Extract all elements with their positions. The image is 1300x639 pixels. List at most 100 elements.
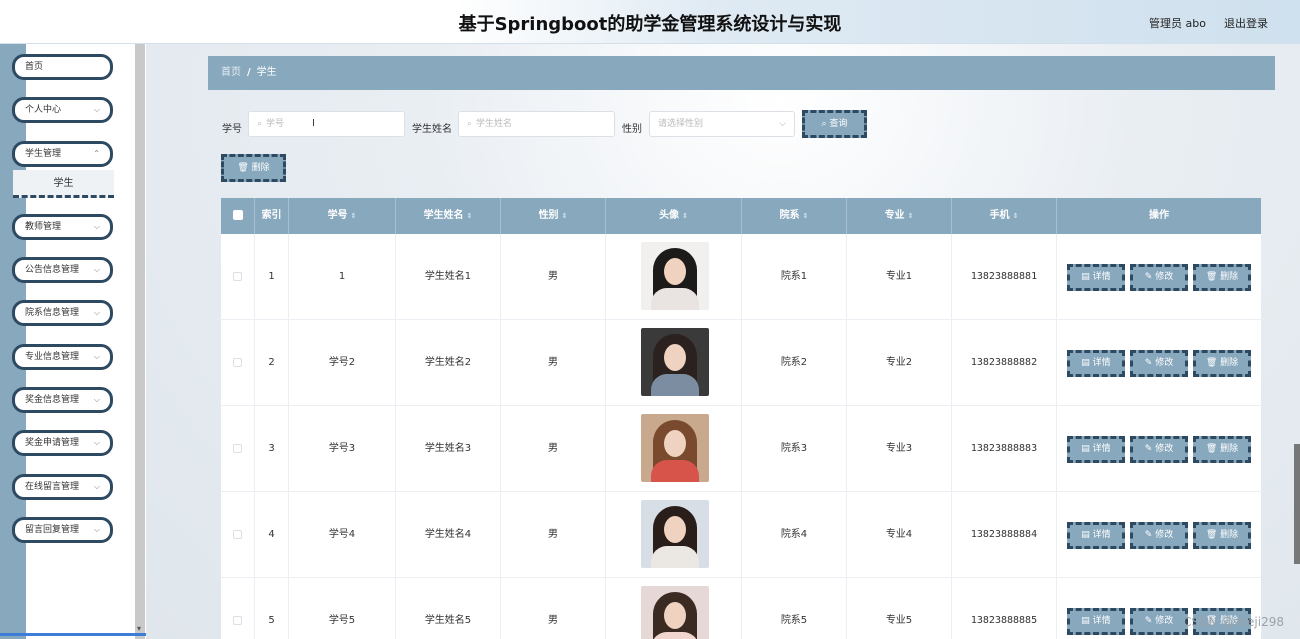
sidebar-subitem-student[interactable]: 学生 bbox=[13, 170, 114, 198]
sidebar-item-label: 院系信息管理 bbox=[25, 308, 80, 318]
watermark: CSDN @sheji298 bbox=[1183, 615, 1284, 629]
student-name-placeholder: 学生姓名 bbox=[476, 119, 513, 129]
breadcrumb-home[interactable]: 首页 bbox=[221, 67, 241, 78]
column-header-phone[interactable]: 手机 ⇕ bbox=[952, 198, 1057, 234]
table-header: 索引 学号 ⇕ 学生姓名 ⇕ 性别 ⇕ 头像 ⇕ 院系 ⇕ 专业 ⇕ 手机 ⇕ 操作 bbox=[221, 198, 1261, 234]
phone-cell: 13823888885 bbox=[952, 578, 1057, 639]
student-no-input[interactable]: ⌕ 学号 I bbox=[248, 111, 405, 137]
sort-icon[interactable]: ⇕ bbox=[908, 212, 914, 220]
sidebar-item-profile[interactable]: 个人中心 ⌵ bbox=[12, 97, 113, 123]
delete-button-label: 删除 bbox=[1220, 358, 1239, 368]
delete-button[interactable]: 🗑 删除 bbox=[1193, 264, 1251, 291]
row-checkbox[interactable] bbox=[233, 615, 242, 625]
column-header-label: 学生姓名 bbox=[423, 210, 464, 221]
page-scrollbar[interactable] bbox=[1294, 444, 1300, 564]
student-no-cell: 1 bbox=[289, 234, 396, 320]
row-select-cell bbox=[221, 320, 255, 406]
sort-icon[interactable]: ⇕ bbox=[351, 212, 357, 220]
sidebar-item-notices[interactable]: 公告信息管理 ⌵ bbox=[12, 257, 113, 283]
student-name-input[interactable]: ⌕ 学生姓名 bbox=[458, 111, 615, 137]
row-checkbox[interactable] bbox=[233, 271, 242, 281]
column-header-label: 院系 bbox=[779, 210, 800, 221]
phone-cell: 13823888882 bbox=[952, 320, 1057, 406]
sidebar-item-messages[interactable]: 在线留言管理 ⌵ bbox=[12, 474, 113, 500]
detail-button[interactable]: ▤ 详情 bbox=[1067, 350, 1125, 377]
delete-button[interactable]: 🗑 删除 bbox=[1193, 436, 1251, 463]
breadcrumb: 首页 / 学生 bbox=[208, 56, 1275, 90]
gender-select[interactable]: 请选择性别 ⌵ bbox=[649, 111, 795, 137]
sidebar-item-home[interactable]: 首页 bbox=[12, 54, 113, 80]
sidebar-item-students[interactable]: 学生管理 ⌃ bbox=[12, 141, 113, 167]
search-button-label: 查询 bbox=[829, 119, 848, 129]
department-cell: 院系1 bbox=[742, 234, 847, 320]
phone-cell: 13823888883 bbox=[952, 406, 1057, 492]
column-header-student-no[interactable]: 学号 ⇕ bbox=[289, 198, 396, 234]
row-checkbox[interactable] bbox=[233, 357, 242, 367]
column-header-avatar[interactable]: 头像 ⇕ bbox=[606, 198, 742, 234]
row-checkbox[interactable] bbox=[233, 529, 242, 539]
select-all-checkbox[interactable] bbox=[232, 210, 243, 220]
edit-button[interactable]: ✎ 修改 bbox=[1130, 436, 1188, 463]
sidebar-item-replies[interactable]: 留言回复管理 ⌵ bbox=[12, 517, 113, 543]
sidebar-item-label: 专业信息管理 bbox=[25, 352, 80, 362]
column-header-label: 专业 bbox=[884, 210, 905, 221]
column-header-major[interactable]: 专业 ⇕ bbox=[847, 198, 952, 234]
edit-button[interactable]: ✎ 修改 bbox=[1130, 350, 1188, 377]
gender-cell: 男 bbox=[501, 406, 606, 492]
detail-button[interactable]: ▤ 详情 bbox=[1067, 264, 1125, 291]
current-user: 管理员 abo bbox=[1149, 17, 1206, 30]
delete-button[interactable]: 🗑 删除 bbox=[1193, 350, 1251, 377]
student-no-label: 学号 bbox=[222, 124, 242, 135]
department-cell: 院系3 bbox=[742, 406, 847, 492]
pencil-icon: ✎ bbox=[1144, 530, 1156, 540]
detail-button[interactable]: ▤ 详情 bbox=[1067, 608, 1125, 635]
sidebar-item-label: 学生管理 bbox=[25, 149, 62, 159]
sidebar-scrollbar[interactable] bbox=[135, 44, 145, 639]
student-name-cell: 学生姓名4 bbox=[396, 492, 501, 578]
sidebar: ▾ 首页 个人中心 ⌵ 学生管理 ⌃ 学生 教师管理 ⌵ 公告信息管理 ⌵ 院系信息管理… bbox=[0, 44, 182, 639]
column-header-gender[interactable]: 性别 ⇕ bbox=[501, 198, 606, 234]
delete-button[interactable]: 🗑 删除 bbox=[1193, 522, 1251, 549]
trash-icon: 🗑 bbox=[1205, 444, 1221, 454]
table-row: 5 学号5 学生姓名5 男院系5 专业5 13823888885 ▤ 详情 ✎ 修改 🗑 删除 bbox=[221, 578, 1261, 639]
edit-button-label: 修改 bbox=[1155, 358, 1174, 368]
trash-icon: 🗑 bbox=[1205, 358, 1221, 368]
student-no-cell: 学号5 bbox=[289, 578, 396, 639]
chevron-down-icon: ⌵ bbox=[93, 308, 100, 317]
sidebar-item-awards[interactable]: 奖金信息管理 ⌵ bbox=[12, 387, 113, 413]
column-header-department[interactable]: 院系 ⇕ bbox=[742, 198, 847, 234]
delete-button-label: 删除 bbox=[1220, 272, 1239, 282]
logout-link[interactable]: 退出登录 bbox=[1224, 15, 1268, 31]
chevron-down-icon: ⌵ bbox=[93, 352, 100, 361]
column-header-label: 操作 bbox=[1149, 210, 1169, 221]
sort-icon[interactable]: ⇕ bbox=[682, 212, 688, 220]
edit-button[interactable]: ✎ 修改 bbox=[1130, 608, 1188, 635]
bulk-delete-button[interactable]: 🗑 删除 bbox=[221, 154, 286, 182]
row-checkbox[interactable] bbox=[233, 443, 242, 453]
delete-button-label: 删除 bbox=[1220, 444, 1239, 454]
column-header-name[interactable]: 学生姓名 ⇕ bbox=[396, 198, 501, 234]
document-icon: ▤ bbox=[1081, 530, 1093, 540]
edit-button[interactable]: ✎ 修改 bbox=[1130, 264, 1188, 291]
pencil-icon: ✎ bbox=[1144, 616, 1156, 626]
edit-button-label: 修改 bbox=[1155, 530, 1174, 540]
detail-button[interactable]: ▤ 详情 bbox=[1067, 522, 1125, 549]
index-cell: 2 bbox=[255, 320, 289, 406]
sidebar-item-majors[interactable]: 专业信息管理 ⌵ bbox=[12, 344, 113, 370]
column-header-label: 头像 bbox=[659, 210, 680, 221]
sort-icon[interactable]: ⇕ bbox=[467, 212, 473, 220]
detail-button[interactable]: ▤ 详情 bbox=[1067, 436, 1125, 463]
edit-button[interactable]: ✎ 修改 bbox=[1130, 522, 1188, 549]
sidebar-item-applications[interactable]: 奖金申请管理 ⌵ bbox=[12, 430, 113, 456]
sort-icon[interactable]: ⇕ bbox=[803, 212, 809, 220]
pencil-icon: ✎ bbox=[1144, 272, 1156, 282]
chevron-down-icon: ⌵ bbox=[93, 222, 100, 231]
sidebar-item-departments[interactable]: 院系信息管理 ⌵ bbox=[12, 300, 113, 326]
scroll-down-icon[interactable]: ▾ bbox=[137, 624, 141, 633]
sidebar-item-teachers[interactable]: 教师管理 ⌵ bbox=[12, 214, 113, 240]
chevron-down-icon: ⌵ bbox=[779, 119, 786, 129]
sort-icon[interactable]: ⇕ bbox=[562, 212, 568, 220]
department-cell: 院系4 bbox=[742, 492, 847, 578]
search-button[interactable]: ⌕ 查询 bbox=[802, 110, 867, 138]
sort-icon[interactable]: ⇕ bbox=[1013, 212, 1019, 220]
